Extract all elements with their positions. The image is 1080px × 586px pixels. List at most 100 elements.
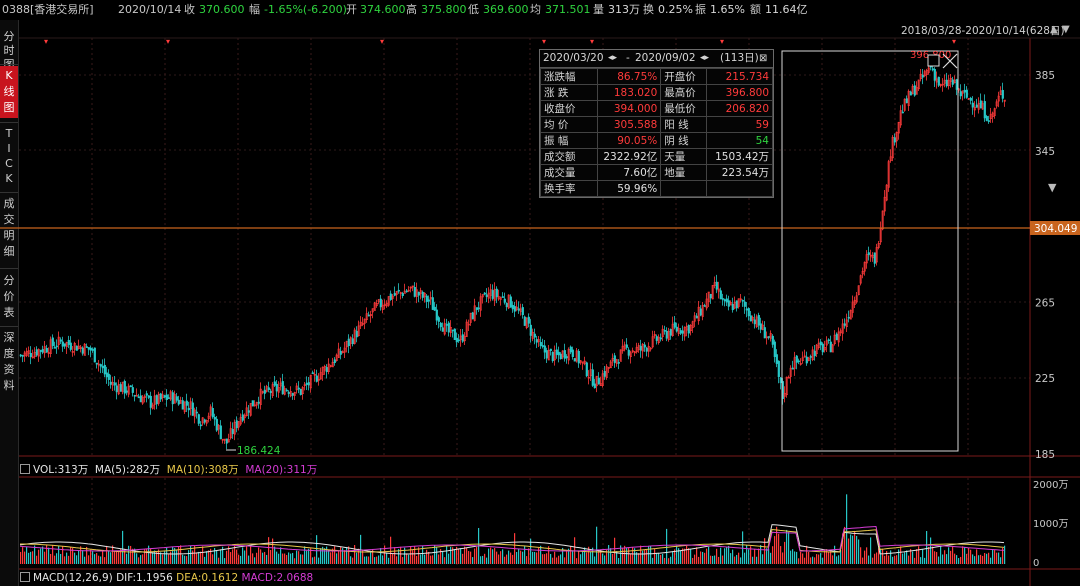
volume-bar [822, 557, 824, 564]
candle-body [741, 299, 744, 302]
volume-bar [536, 552, 538, 564]
candle-body [945, 79, 948, 87]
volume-bar [468, 551, 470, 564]
arrows-icon[interactable]: ◂▸ [608, 50, 617, 67]
stats-header: 2020/03/20 ◂▸ - 2020/09/02 ◂▸ (113日) ⊠ [540, 50, 773, 68]
volume-bar [450, 546, 452, 564]
candle-body [447, 322, 450, 333]
volume-bar [532, 551, 534, 564]
volume-bar [90, 549, 92, 564]
indicator-toggle-icon[interactable] [20, 464, 30, 474]
volume-bar [976, 549, 978, 564]
candle-body [659, 337, 662, 340]
volume-bar [62, 546, 64, 564]
candle-body [539, 342, 542, 347]
candle-body [965, 89, 968, 98]
volume-bar [984, 552, 986, 564]
volume-bar [744, 552, 746, 564]
close-icon[interactable]: ⊠ [759, 50, 767, 67]
volume-bar [758, 548, 760, 564]
chevron-up-icon[interactable]: ▲ [1050, 24, 1058, 35]
volume-bar [830, 551, 832, 564]
range-stats-box: 2020/03/20 ◂▸ - 2020/09/02 ◂▸ (113日) ⊠ 涨… [539, 49, 774, 198]
candle-body [763, 327, 766, 339]
candle-body [285, 389, 288, 392]
volume-bar [628, 547, 630, 564]
volume-bar [978, 555, 980, 564]
volume-bar [32, 551, 34, 564]
volume-bar [944, 550, 946, 564]
volume-bar [762, 554, 764, 564]
candle-body [549, 348, 552, 352]
candle-body [177, 399, 180, 405]
volume-bar [474, 548, 476, 564]
scroll-down-icon[interactable]: ▼ [1048, 181, 1056, 194]
volume-bar [902, 553, 904, 564]
volume-bar [980, 554, 982, 564]
candle-body [455, 337, 458, 343]
volume-bar [86, 546, 88, 564]
chevron-down-icon[interactable]: ▼ [1062, 24, 1070, 35]
candle-body [433, 306, 436, 311]
volume-bar [330, 552, 332, 564]
top-marker: ▾ [590, 37, 594, 46]
candle-body [731, 304, 734, 311]
candle-body [441, 327, 444, 332]
candle-body [211, 408, 214, 418]
volume-bar [906, 550, 908, 564]
volume-bar [626, 547, 628, 564]
volume-bar [290, 553, 292, 564]
candle-body [843, 323, 846, 326]
volume-bar [544, 554, 546, 564]
candle-body [735, 300, 738, 309]
indicator-toggle-icon[interactable] [20, 572, 30, 582]
volume-bar [262, 552, 264, 564]
candle-body [523, 316, 526, 326]
candle-body [509, 296, 512, 308]
candle-body [715, 281, 718, 290]
volume-bar [250, 546, 252, 564]
low-marker-label: 186.424 [237, 445, 281, 457]
candle-body [129, 385, 132, 388]
volume-bar [488, 548, 490, 564]
stats-start-date[interactable]: 2020/03/20 [543, 50, 604, 67]
volume-bar [576, 558, 578, 564]
volume-bar [968, 547, 970, 564]
volume-bar [736, 554, 738, 564]
volume-bar [186, 556, 188, 564]
volume-bar [246, 546, 248, 564]
volume-bar [934, 551, 936, 564]
volume-bar [796, 551, 798, 564]
volume-bar [942, 554, 944, 564]
volume-bar [280, 547, 282, 564]
stats-end-date[interactable]: 2020/09/02 [635, 50, 696, 67]
candle-body [987, 120, 990, 122]
volume-bar [686, 545, 688, 564]
candle-body [535, 339, 538, 343]
candle-body [753, 319, 756, 325]
volume-bar [274, 546, 276, 564]
stats-cell: 最低价 [660, 100, 707, 117]
volume-bar [436, 546, 438, 564]
candle-body [171, 392, 174, 405]
volume-bar [790, 550, 792, 564]
volume-bar [896, 555, 898, 564]
volume-bar [102, 549, 104, 564]
volume-bar [296, 550, 298, 564]
volume-bar [182, 554, 184, 564]
volume-bar [858, 539, 860, 564]
volume-bar [618, 558, 620, 564]
volume-bar [388, 557, 390, 564]
volume-bar [638, 553, 640, 564]
volume-bar [472, 557, 474, 564]
candle-body [435, 309, 438, 321]
volume-bar [738, 552, 740, 564]
volume-bar [318, 557, 320, 564]
volume-bar [432, 555, 434, 564]
volume-bar [694, 554, 696, 564]
candle-body [307, 382, 310, 386]
volume-bar [358, 548, 360, 564]
arrows-icon[interactable]: ◂▸ [700, 50, 709, 67]
stats-cell: 成交量 [540, 164, 598, 181]
candle-body [167, 397, 170, 399]
